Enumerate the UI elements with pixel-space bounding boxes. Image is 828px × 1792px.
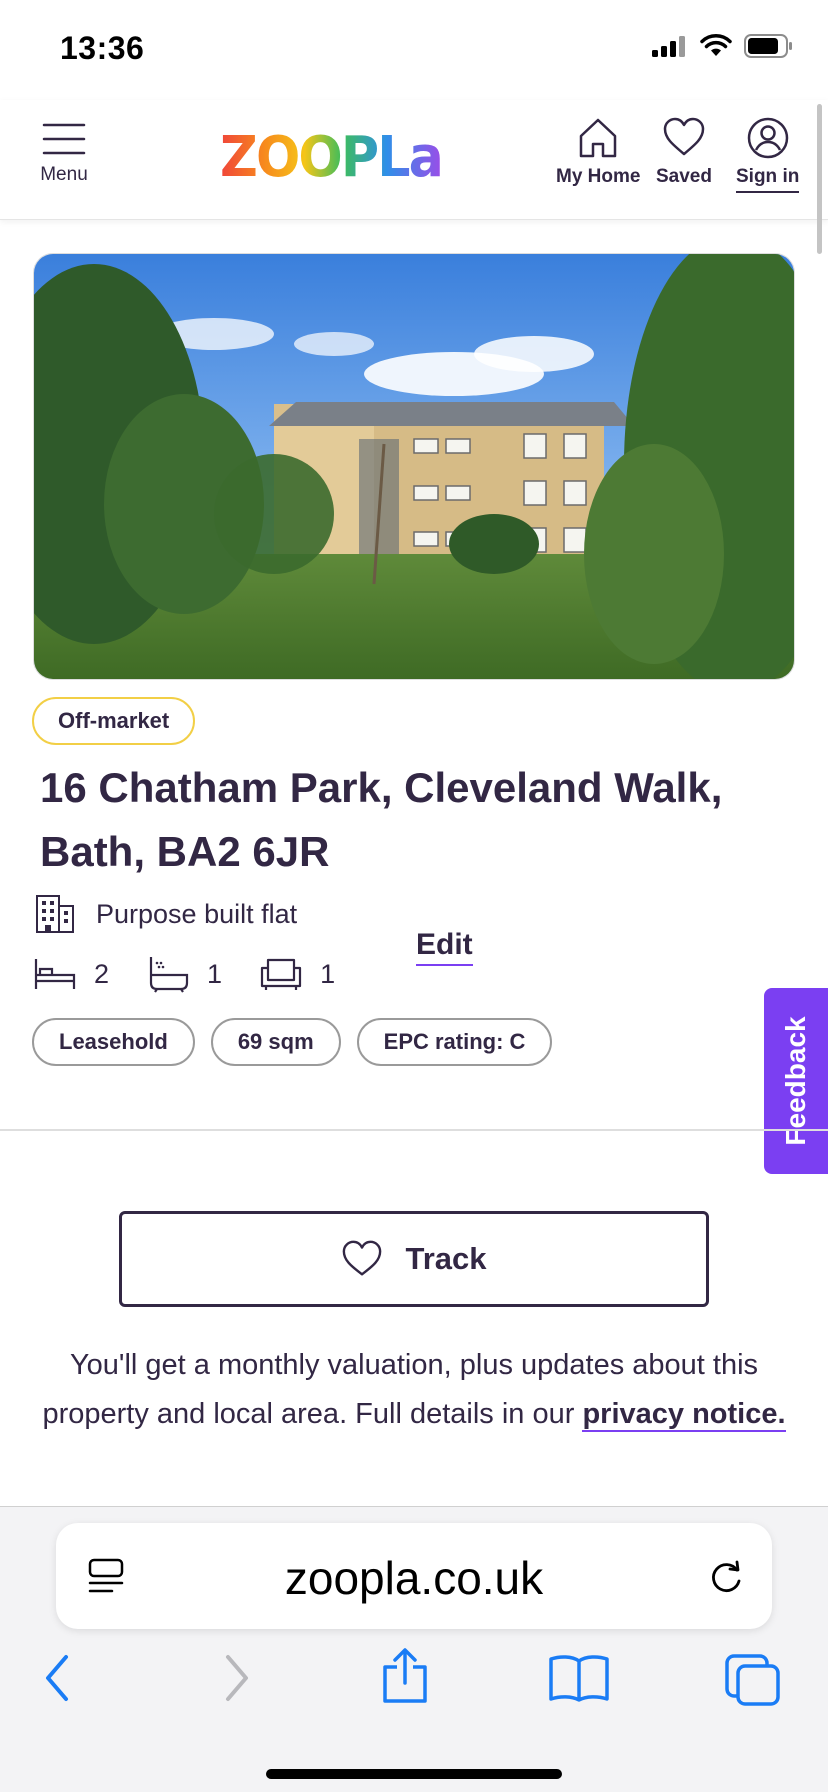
bathrooms: 1 (147, 955, 222, 993)
status-icons (652, 34, 794, 58)
nav-saved-label: Saved (656, 166, 712, 187)
cellular-signal-icon (652, 36, 685, 57)
svg-text:ZOOPLa: ZOOPLa (220, 128, 442, 188)
property-type-label: Purpose built flat (96, 898, 298, 929)
url-text: zoopla.co.uk (284, 1552, 544, 1604)
forward-icon[interactable] (218, 1653, 254, 1703)
bed-icon (34, 959, 76, 989)
property-type: Purpose built flat (34, 893, 297, 935)
wifi-icon (700, 34, 732, 56)
user-icon (747, 117, 788, 159)
track-button[interactable]: Track (119, 1211, 709, 1307)
tag-epc-rating: EPC rating: C (356, 1018, 553, 1066)
menu-label: Menu (40, 164, 88, 185)
property-photo-image (34, 254, 794, 679)
back-icon[interactable] (40, 1653, 76, 1703)
zoopla-logo[interactable]: ZOOPLa (220, 125, 446, 193)
heart-icon (663, 117, 705, 156)
edit-link[interactable]: Edit (416, 928, 473, 966)
feedback-label: Feedback (780, 1016, 811, 1146)
site-header: Menu ZOOPLa My Home Saved Sign in (0, 100, 828, 220)
home-indicator[interactable] (266, 1769, 562, 1779)
tag-tenure: Leasehold (32, 1018, 195, 1066)
reception-rooms-count: 1 (320, 958, 336, 989)
nav-my-home[interactable]: My Home (556, 116, 640, 188)
share-icon[interactable] (380, 1647, 430, 1705)
property-address: 16 Chatham Park, Cleveland Walk, Bath, B… (40, 764, 723, 875)
hamburger-icon (42, 123, 86, 155)
bedrooms-count: 2 (94, 958, 110, 989)
status-badge: Off-market (32, 697, 196, 745)
section-divider (0, 1129, 828, 1131)
menu-button[interactable]: Menu (30, 122, 98, 200)
home-icon (579, 118, 617, 158)
status-time: 13:36 (60, 30, 145, 66)
battery-icon (744, 34, 792, 58)
tabs-icon[interactable] (724, 1653, 782, 1707)
address-bar[interactable]: zoopla.co.uk (56, 1523, 772, 1629)
bathrooms-count: 1 (207, 958, 223, 989)
sofa-icon (260, 958, 302, 990)
reload-icon[interactable] (706, 1557, 746, 1597)
browser-nav-toolbar (0, 1647, 828, 1717)
bath-icon (149, 957, 189, 993)
zoopla-logo-mark: ZOOPLa (220, 125, 444, 190)
bedrooms: 2 (34, 957, 109, 991)
reception-rooms: 1 (260, 956, 335, 992)
track-info-text: You'll get a monthly valuation, plus upd… (20, 1341, 808, 1439)
feedback-tab[interactable]: Feedback (764, 988, 828, 1174)
property-features: 2 1 1 (34, 955, 373, 993)
status-bar: 13:36 (0, 0, 828, 100)
tag-floor-area: 69 sqm (210, 1018, 341, 1066)
nav-sign-in-label: Sign in (736, 166, 800, 193)
heart-icon (343, 1240, 382, 1276)
building-icon (36, 895, 74, 933)
privacy-notice-link[interactable]: privacy notice. (582, 1398, 786, 1432)
track-button-label: Track (405, 1241, 487, 1276)
nav-saved[interactable]: Saved (656, 116, 712, 188)
scroll-indicator[interactable] (817, 104, 822, 254)
property-photo[interactable] (33, 253, 795, 680)
bookmarks-icon[interactable] (548, 1653, 610, 1703)
browser-toolbar: zoopla.co.uk (0, 1506, 828, 1792)
property-tags: Leasehold 69 sqm EPC rating: C (32, 1018, 553, 1066)
nav-sign-in[interactable]: Sign in (736, 116, 800, 193)
nav-my-home-label: My Home (556, 166, 641, 187)
